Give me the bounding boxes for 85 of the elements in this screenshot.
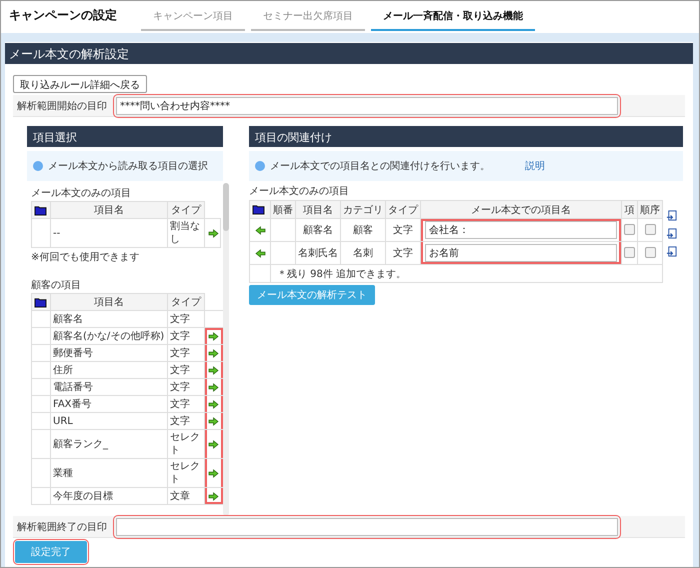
table-cell: 文章 xyxy=(168,488,204,504)
column-header: タイプ xyxy=(168,202,204,218)
arrow-right-icon[interactable] xyxy=(208,416,220,426)
arrow-right-icon[interactable] xyxy=(208,348,220,358)
column-header: 項 xyxy=(622,200,638,218)
panel-title: 項目の関連付け xyxy=(249,126,683,147)
table-cell: 顧客ランク_ xyxy=(50,430,168,458)
table-cell: 名刺 xyxy=(340,242,386,264)
column-header: タイプ xyxy=(386,200,420,218)
panel-title: 項目選択 xyxy=(27,126,223,147)
insert-icon[interactable] xyxy=(666,210,677,221)
checkbox[interactable] xyxy=(624,247,635,258)
table-heading: 顧客の項目 xyxy=(31,278,82,292)
table-cell: FAX番号 xyxy=(50,396,168,412)
column-header: 項目名 xyxy=(296,200,340,218)
page-title: キャンペーンの設定 xyxy=(9,6,118,24)
field-label: 解析範囲開始の目印 xyxy=(16,100,108,112)
table-cell: 顧客名 xyxy=(296,218,340,242)
table-cell: 住所 xyxy=(50,362,168,378)
column-header: 項目名 xyxy=(50,202,168,218)
note-text: ※何回でも使用できます xyxy=(31,251,140,264)
table-cell: URL xyxy=(50,412,168,430)
help-link[interactable]: 説明 xyxy=(525,159,545,173)
arrow-right-icon[interactable] xyxy=(208,366,220,374)
table-cell: 文字 xyxy=(168,344,204,362)
arrow-right-icon[interactable] xyxy=(208,332,220,340)
start-marker-field[interactable]: ****問い合わせ内容**** xyxy=(116,96,618,114)
folder-icon[interactable] xyxy=(34,204,47,216)
arrow-right-icon[interactable] xyxy=(208,440,220,448)
table-cell: 文字 xyxy=(168,328,204,344)
table-cell: 文字 xyxy=(168,378,204,396)
table-cell: 文字 xyxy=(168,396,204,412)
table-cell: セレクト xyxy=(168,430,204,458)
table-heading: メール本文のみの項目 xyxy=(31,186,132,200)
folder-icon[interactable] xyxy=(252,204,265,215)
column-header: 順序 xyxy=(638,200,662,218)
checkbox[interactable] xyxy=(644,224,656,236)
insert-icon[interactable] xyxy=(666,246,677,257)
table-cell: 名刺氏名 xyxy=(296,242,340,264)
arrow-right-icon[interactable] xyxy=(208,468,220,478)
table-cell: 顧客 xyxy=(340,218,386,242)
arrow-left-icon[interactable] xyxy=(254,226,266,234)
tab[interactable]: メール一斉配信・取り込み機能 xyxy=(371,1,535,31)
folder-icon[interactable] xyxy=(34,296,47,308)
table-cell: 電話番号 xyxy=(50,378,168,396)
table-heading: メール本文のみの項目 xyxy=(249,184,350,198)
table-cell: 文字 xyxy=(168,310,204,328)
column-header: タイプ xyxy=(168,294,204,310)
table-cell: -- xyxy=(50,218,168,248)
tab[interactable]: セミナー出欠席項目 xyxy=(251,1,365,31)
back-button[interactable]: 取り込みルール詳細へ戻る xyxy=(13,75,147,93)
info-text: メール本文から読み取る項目の選択 xyxy=(48,160,208,173)
mail-item-name-field[interactable]: 会社名： xyxy=(425,221,617,239)
table-cell: 郵便番号 xyxy=(50,344,168,362)
column-header: メール本文での項目名 xyxy=(420,200,622,218)
arrow-right-icon[interactable] xyxy=(208,492,220,500)
info-text: メール本文での項目名との関連付けを行います。 xyxy=(270,160,490,173)
table-cell: 割当なし xyxy=(168,218,204,248)
table-cell: セレクト xyxy=(168,458,204,488)
mail-item-name-field[interactable]: お名前 xyxy=(425,244,617,262)
table-cell: 顧客名(かな/その他呼称) xyxy=(50,328,168,344)
arrow-right-icon[interactable] xyxy=(208,400,220,408)
arrow-right-icon[interactable] xyxy=(208,382,220,392)
checkbox[interactable] xyxy=(644,247,656,258)
tab[interactable]: キャンペーン項目 xyxy=(141,1,245,31)
info-icon xyxy=(255,161,265,171)
table-cell: 業種 xyxy=(50,458,168,488)
insert-icon[interactable] xyxy=(666,228,677,239)
table-cell: 今年度の目標 xyxy=(50,488,168,504)
table-cell: 文字 xyxy=(168,362,204,378)
checkbox[interactable] xyxy=(624,224,635,236)
arrow-right-icon[interactable] xyxy=(208,228,219,238)
info-icon xyxy=(33,161,43,171)
table-cell: 文字 xyxy=(168,412,204,430)
scrollbar[interactable] xyxy=(223,183,229,516)
table-cell: 顧客名 xyxy=(50,310,168,328)
table-cell: 文字 xyxy=(386,218,420,242)
section-title: メール本文の解析設定 xyxy=(5,43,693,64)
table-cell: 文字 xyxy=(386,242,420,264)
remaining-text: ＊残り 98件 追加できます。 xyxy=(270,264,662,282)
column-header: 順番 xyxy=(270,200,296,218)
column-header: 項目名 xyxy=(50,294,168,310)
field-label: 解析範囲終了の目印 xyxy=(16,520,108,534)
arrow-left-icon[interactable] xyxy=(254,248,266,258)
column-header: カテゴリ xyxy=(340,200,386,218)
